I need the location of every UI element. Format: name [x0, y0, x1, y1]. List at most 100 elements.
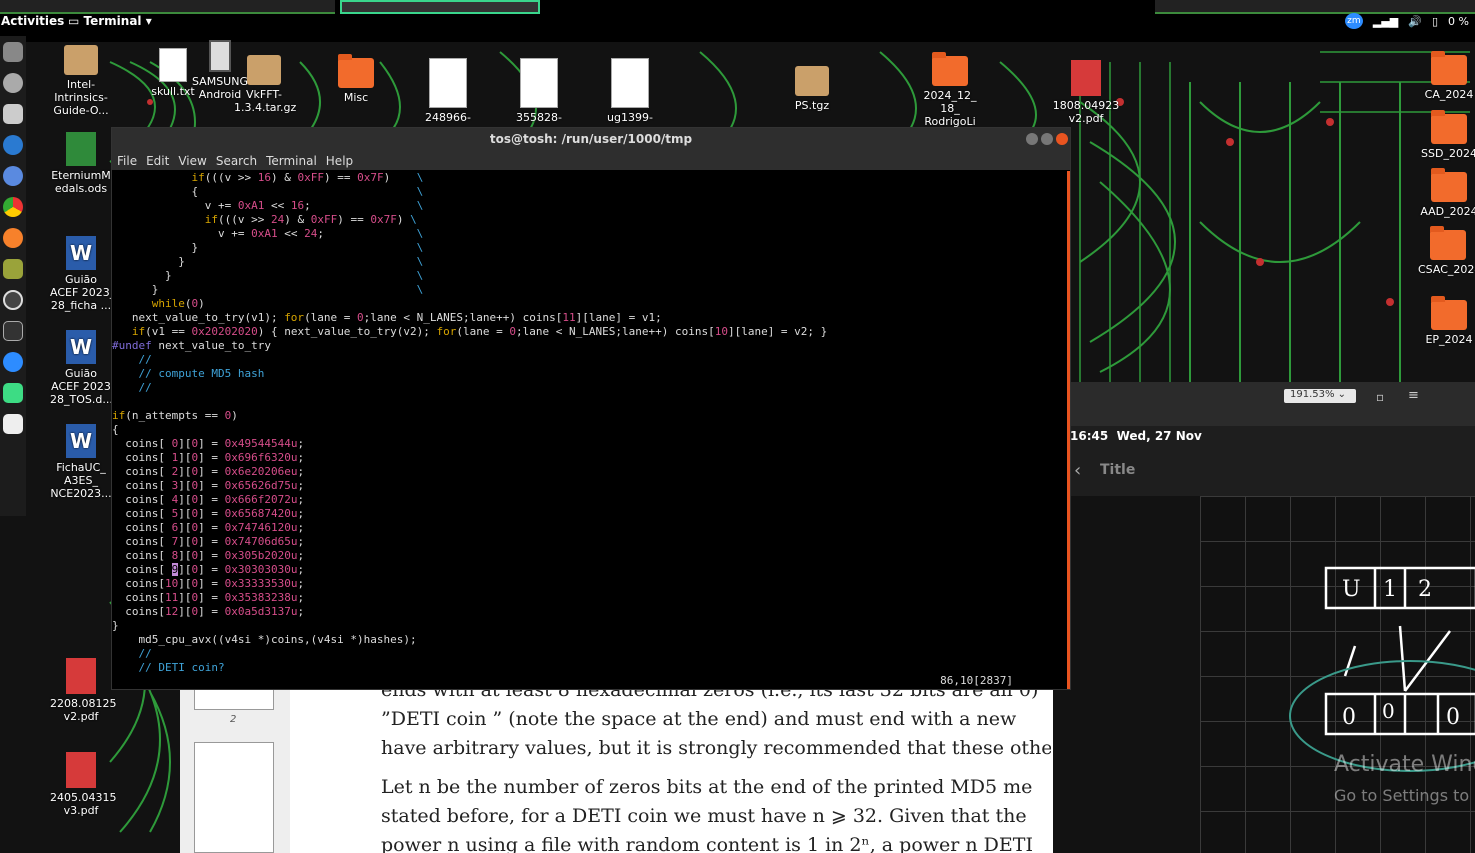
- android-icon[interactable]: [3, 383, 23, 403]
- pdf-icon: [1071, 60, 1101, 96]
- terminal-line: coins[ 9][0] = 0x30303030u;: [112, 563, 305, 576]
- terminal-line: if(n_attempts == 0): [112, 409, 238, 422]
- document-icon: [611, 58, 649, 108]
- menu-file[interactable]: File: [117, 154, 137, 168]
- thumbnail-page-number: 2: [230, 714, 237, 725]
- desktop-icon-vkfft[interactable]: VkFFT- 1.3.4.tar.gz: [234, 55, 296, 114]
- pdf-line: ”DETI coin ” (note the space at the end)…: [381, 708, 1017, 730]
- note-title[interactable]: Title: [1100, 462, 1135, 478]
- zoom-dock-icon[interactable]: [3, 352, 23, 372]
- terminal-window[interactable]: tos@tosh: /run/user/1000/tmp File Edit V…: [111, 127, 1071, 690]
- chrome-icon[interactable]: [3, 197, 23, 217]
- page-icon[interactable]: ▫: [1376, 390, 1384, 404]
- terminal-text[interactable]: if(((v >> 16) & 0xFF) == 0x7F) \ { \ v +…: [112, 171, 1068, 689]
- settings-icon[interactable]: [3, 73, 23, 93]
- archive-icon[interactable]: [3, 259, 23, 279]
- desktop-icon-label: 2405.04315 v3.pdf: [50, 791, 117, 817]
- desktop-icon-355828[interactable]: 355828- intel-...: [511, 58, 567, 124]
- desktop-icon-ca-2024[interactable]: CA_2024: [1420, 51, 1475, 101]
- menu-view[interactable]: View: [178, 154, 206, 168]
- terminal-scrollbar[interactable]: [1067, 171, 1070, 689]
- pdf-icon: [66, 658, 96, 694]
- desktop-icon-label: CSAC_2024: [1418, 263, 1475, 276]
- menu-edit[interactable]: Edit: [146, 154, 169, 168]
- maximize-icon[interactable]: [1041, 133, 1053, 145]
- menu-icon[interactable]: ≡: [1408, 388, 1419, 403]
- menu-search[interactable]: Search: [216, 154, 257, 168]
- firefox-icon[interactable]: [3, 228, 23, 248]
- desktop-icon-label: Misc: [343, 91, 369, 104]
- activities-button[interactable]: Activities: [1, 14, 64, 28]
- menu-terminal[interactable]: Terminal: [266, 154, 317, 168]
- chromium-icon[interactable]: [3, 166, 23, 186]
- battery-percent: 0 %: [1448, 14, 1469, 28]
- terminal-line: // DETI coin?: [112, 661, 225, 674]
- pdf-thumbnails[interactable]: 2: [180, 670, 290, 853]
- clock-date: Wed, 27 Nov: [1116, 429, 1202, 443]
- desktop-icon-ssd-2024[interactable]: SSD_2024: [1420, 110, 1475, 160]
- dock: [0, 36, 26, 516]
- desktop-icon-ps-tgz[interactable]: PS.tgz: [790, 66, 834, 112]
- terminal-dock-icon[interactable]: [3, 321, 23, 341]
- terminal-line: v += 0xA1 << 24; \: [112, 227, 424, 240]
- minimize-icon[interactable]: [1026, 133, 1038, 145]
- top-strip-tab[interactable]: [340, 0, 540, 14]
- desktop-icon-label: 248966- Optimizati...: [425, 111, 471, 124]
- terminal-line: coins[ 5][0] = 0x65687420u;: [112, 507, 305, 520]
- terminal-line: coins[ 4][0] = 0x666f2072u;: [112, 493, 305, 506]
- desktop-icon-ep-2024[interactable]: EP_2024: [1420, 296, 1475, 346]
- network-icon[interactable]: ▂▄▆: [1373, 15, 1398, 28]
- desktop-icon-2208-pdf[interactable]: 2208.08125 v2.pdf: [50, 658, 116, 723]
- desktop-icon-intel-intrinsics[interactable]: Intel- Intrinsics- Guide-O...: [50, 45, 112, 117]
- disk-icon[interactable]: [3, 104, 23, 124]
- page-thumbnail[interactable]: [194, 742, 274, 853]
- pdf-line: stated before, for a DETI coin we must h…: [381, 805, 1027, 827]
- desktop-icon-label: PS.tgz: [794, 99, 830, 112]
- desktop-icon-2024-12-18[interactable]: 2024_12_ 18_ RodrigoLi: [918, 52, 982, 128]
- app-menu[interactable]: ▭ Terminal ▾: [68, 14, 152, 28]
- software-icon[interactable]: [3, 290, 23, 310]
- files-icon[interactable]: [3, 42, 23, 62]
- desktop-icon-label: Guião ACEF 2023_ 28_ficha ...: [50, 273, 116, 312]
- vim-position: 86,10[2837]: [940, 674, 1013, 687]
- back-chevron-icon[interactable]: ‹: [1074, 460, 1081, 481]
- desktop-icon-eternium[interactable]: EterniumM edals.ods: [50, 132, 112, 195]
- desktop-icon-ug1399[interactable]: ug1399- vitis-hls...: [602, 58, 658, 124]
- folder-icon: [932, 52, 968, 86]
- terminal-line: }: [112, 619, 119, 632]
- top-strip-left: [0, 0, 335, 14]
- desktop-icon-aad-2024[interactable]: AAD_2024: [1420, 168, 1475, 218]
- terminal-line: } \: [112, 241, 424, 254]
- desktop-icon-248966[interactable]: 248966- Optimizati...: [420, 58, 476, 124]
- terminal-line: } \: [112, 255, 424, 268]
- terminal-line: md5_cpu_avx((v4si *)coins,(v4si *)hashes…: [112, 633, 417, 646]
- desktop-icon-1808-pdf[interactable]: 1808.04923 v2.pdf: [1052, 60, 1120, 125]
- folder-icon: [1431, 110, 1467, 144]
- desktop-icon-label: FichaUC_ A3ES_ NCE2023...: [50, 461, 112, 500]
- battery-icon[interactable]: ▯: [1432, 15, 1438, 28]
- folder-icon: [1431, 51, 1467, 85]
- svg-text:U: U: [1342, 577, 1361, 602]
- zoom-tray-icon[interactable]: zm: [1344, 13, 1363, 29]
- pdf-line: power n using a file with random content…: [381, 834, 1033, 853]
- close-icon[interactable]: [1056, 133, 1068, 145]
- thunderbird-icon[interactable]: [3, 135, 23, 155]
- folder-icon: [1430, 226, 1466, 260]
- terminal-line: coins[10][0] = 0x33333530u;: [112, 577, 305, 590]
- zoom-select[interactable]: 191.53% ⌄: [1284, 389, 1356, 403]
- desktop-icon-guiao-ficha[interactable]: W Guião ACEF 2023_ 28_ficha ...: [50, 236, 116, 312]
- desktop-icon-misc[interactable]: Misc: [334, 54, 378, 104]
- terminal-line: } \: [112, 269, 424, 282]
- tgz-icon: [247, 55, 281, 85]
- desktop-icon-2405-pdf[interactable]: 2405.04315 v3.pdf: [50, 752, 117, 817]
- menu-help[interactable]: Help: [326, 154, 353, 168]
- desktop-icon-label: Guião ACEF 2023 28_TOS.d...: [50, 367, 113, 406]
- desktop-icon-fichauc[interactable]: W FichaUC_ A3ES_ NCE2023...: [50, 424, 112, 500]
- pdf-viewer-icon[interactable]: [3, 414, 23, 434]
- volume-icon[interactable]: 🔊: [1408, 15, 1422, 28]
- top-strip-right: [1155, 0, 1475, 14]
- system-tray[interactable]: zm ▂▄▆ 🔊 ▯ 0 %: [1344, 13, 1469, 29]
- desktop-icon-guiao-tos[interactable]: W Guião ACEF 2023 28_TOS.d...: [50, 330, 113, 406]
- terminal-titlebar[interactable]: tos@tosh: /run/user/1000/tmp: [112, 128, 1070, 152]
- desktop-icon-csac-2024[interactable]: CSAC_2024: [1418, 226, 1475, 276]
